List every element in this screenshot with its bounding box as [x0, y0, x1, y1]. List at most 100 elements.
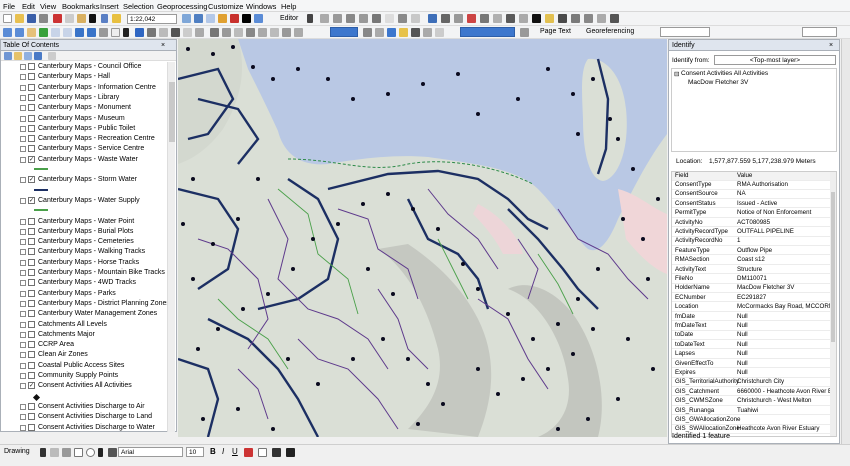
attributes-scrollbar[interactable]	[830, 172, 836, 436]
attribute-row[interactable]: GIS_TerritorialAuthority Christchurch Cit…	[672, 378, 834, 387]
toc-layer-row[interactable]: Canterbury Maps - Monument	[1, 103, 167, 113]
attribute-row[interactable]: fmDate Null	[672, 313, 834, 322]
sketch-properties-icon[interactable]	[398, 14, 407, 23]
expand-toggle-icon[interactable]	[20, 259, 26, 266]
zoom-in-icon[interactable]	[3, 28, 12, 37]
select-arrow-icon[interactable]	[40, 448, 46, 457]
expand-toggle-icon[interactable]	[20, 136, 26, 143]
layout-pan-icon[interactable]	[222, 28, 231, 37]
toc-layer-row[interactable]: Canterbury Maps - Service Centre	[1, 144, 167, 154]
expand-toggle-icon[interactable]	[20, 115, 26, 122]
expand-toggle-icon[interactable]	[20, 383, 26, 390]
expand-toggle-icon[interactable]	[20, 125, 26, 132]
expand-toggle-icon[interactable]	[20, 290, 26, 297]
layer-visibility-checkbox[interactable]	[28, 104, 35, 112]
toc-layer-row[interactable]: Consent Activities Discharge to Land	[1, 412, 167, 422]
toc-layer-row[interactable]: Canterbury Maps - Public Toilet	[1, 124, 167, 134]
toc-layer-row[interactable]: CCRP Area	[1, 340, 167, 350]
toc-layer-row[interactable]: Canterbury Maps - Information Centre	[1, 83, 167, 93]
create-features-icon[interactable]	[411, 14, 420, 23]
attribute-row[interactable]: fmDateText Null	[672, 322, 834, 331]
expand-toggle-icon[interactable]	[20, 414, 26, 421]
list-by-source-icon[interactable]	[14, 52, 22, 60]
menu-customize[interactable]: Customize	[208, 2, 243, 11]
attribute-row[interactable]: ActivityText Structure	[672, 266, 834, 275]
expand-toggle-icon[interactable]	[20, 94, 26, 101]
layer-visibility-checkbox[interactable]	[28, 423, 35, 431]
print-icon[interactable]	[39, 14, 48, 23]
zoom-percent-select[interactable]	[330, 27, 358, 37]
select-elements-icon[interactable]	[545, 14, 554, 23]
layer-visibility-checkbox[interactable]	[28, 217, 35, 225]
georeferencing-menu[interactable]: Georeferencing	[586, 28, 634, 35]
tree-expand-icon[interactable]: ⊟	[674, 70, 679, 78]
circle-icon[interactable]	[86, 448, 95, 457]
toc-layer-row[interactable]: Canterbury Maps - Water Point	[1, 217, 167, 227]
label-manager-icon[interactable]	[435, 28, 444, 37]
layer-visibility-checkbox[interactable]: ✓	[28, 382, 35, 390]
layer-visibility-checkbox[interactable]	[28, 269, 35, 276]
layer-visibility-checkbox[interactable]	[28, 310, 35, 318]
menu-windows[interactable]: Windows	[246, 2, 276, 11]
expand-toggle-icon[interactable]	[20, 424, 26, 431]
search-box[interactable]	[802, 27, 837, 37]
expand-toggle-icon[interactable]	[20, 218, 26, 225]
layer-visibility-checkbox[interactable]	[28, 63, 35, 70]
back-extent-icon[interactable]	[75, 28, 84, 37]
select-features-icon[interactable]	[99, 28, 108, 37]
select-elements-arrow-icon[interactable]	[123, 28, 129, 37]
toc-layer-row[interactable]: ✓ Canterbury Maps - Waste Water	[1, 155, 167, 165]
full-extent-icon[interactable]	[39, 28, 48, 37]
map-scale-select[interactable]: 1:22,042	[127, 14, 177, 24]
attribute-row[interactable]: ConsentType RMA Authorisation	[672, 181, 834, 190]
html-popup-icon[interactable]	[584, 14, 593, 23]
toc-layer-row[interactable]: Canterbury Maps - 4WD Tracks	[1, 278, 167, 288]
attribute-row[interactable]: toDateText Null	[672, 341, 834, 350]
toc-layer-row[interactable]: Canterbury Maps - Recreation Centre	[1, 134, 167, 144]
attribute-row[interactable]: FeatureType Outflow Pipe	[672, 247, 834, 256]
link-table-icon[interactable]	[480, 14, 489, 23]
georef-shift-icon[interactable]	[454, 14, 463, 23]
layer-visibility-checkbox[interactable]	[28, 73, 35, 81]
expand-toggle-icon[interactable]	[20, 321, 26, 328]
hyperlink-icon[interactable]	[571, 14, 580, 23]
fill-color-icon[interactable]	[258, 448, 267, 457]
attribute-row[interactable]: ConsentSource NA	[672, 190, 834, 199]
menu-geoprocessing[interactable]: Geoprocessing	[157, 2, 207, 11]
menu-bookmarks[interactable]: Bookmarks	[62, 2, 100, 11]
georef-fit-icon[interactable]	[428, 14, 437, 23]
layout-fixed-out-icon[interactable]	[270, 28, 279, 37]
layer-visibility-checkbox[interactable]	[28, 145, 35, 153]
attributes-icon[interactable]	[385, 14, 394, 23]
edit-tool-icon[interactable]	[307, 14, 313, 23]
attribute-row[interactable]: ECNumber EC291827	[672, 294, 834, 303]
attribute-row[interactable]: ActivityRecordType OUTFALL PIPELINE	[672, 228, 834, 237]
toc-layer-row[interactable]: Canterbury Maps - Library	[1, 93, 167, 103]
delete-icon[interactable]	[89, 14, 96, 23]
layout-100-icon[interactable]	[246, 28, 255, 37]
attributes-scroll-thumb[interactable]	[831, 192, 835, 342]
font-color-icon[interactable]	[244, 448, 253, 457]
catalog-dock-strip[interactable]	[841, 39, 850, 444]
toc-layer-row[interactable]: Canterbury Maps - Cemeteries	[1, 237, 167, 247]
menu-selection[interactable]: Selection	[123, 2, 154, 11]
layer-visibility-checkbox[interactable]	[28, 320, 35, 328]
arctoolbox-icon[interactable]	[230, 14, 239, 23]
rectify-icon[interactable]	[493, 14, 502, 23]
time-slider-icon[interactable]	[195, 28, 204, 37]
font-size-select[interactable]: 10	[186, 447, 204, 457]
cut-polygons-icon[interactable]	[346, 14, 355, 23]
expand-toggle-icon[interactable]	[20, 249, 26, 256]
attribute-row[interactable]: GIS_CWMSZone Christchurch - West Melton	[672, 397, 834, 406]
layer-visibility-checkbox[interactable]	[28, 299, 35, 307]
identify-close-icon[interactable]: ×	[829, 42, 833, 49]
expand-toggle-icon[interactable]	[20, 373, 26, 379]
expand-toggle-icon[interactable]	[20, 197, 26, 204]
list-by-visibility-icon[interactable]	[24, 52, 32, 60]
layer-visibility-checkbox[interactable]	[28, 289, 35, 297]
map-view[interactable]	[178, 39, 667, 437]
toc-layer-row[interactable]: Catchments All Levels	[1, 320, 167, 330]
expand-toggle-icon[interactable]	[20, 177, 26, 184]
split-tool-icon[interactable]	[359, 14, 368, 23]
attribute-row[interactable]: FileNo DM110071	[672, 275, 834, 284]
